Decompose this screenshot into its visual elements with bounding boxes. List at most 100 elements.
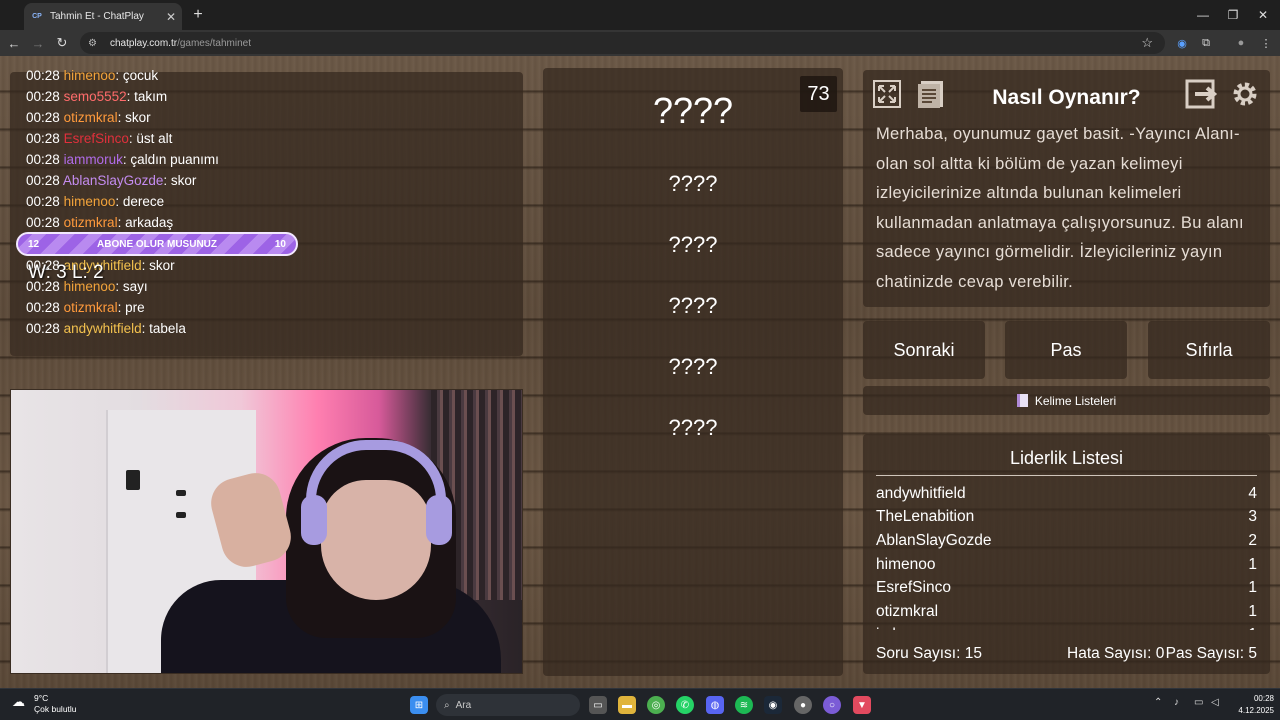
chat-text: üst alt xyxy=(136,131,173,146)
steam-icon[interactable]: ◉ xyxy=(764,696,782,714)
door-lock xyxy=(176,512,186,518)
chat-separator: : xyxy=(117,110,126,125)
chat-username[interactable]: semo5552 xyxy=(64,89,127,104)
chat-message: 00:28 iammoruk: çaldın puanımı xyxy=(26,152,219,167)
app-icon[interactable]: ▼ xyxy=(853,696,871,714)
restore-button[interactable]: ❐ xyxy=(1216,0,1250,30)
leaderboard-row: EsrefSinco 1 xyxy=(876,576,1257,600)
whatsapp-icon[interactable]: ✆ xyxy=(676,696,694,714)
pass-button[interactable]: Pas xyxy=(1005,321,1127,379)
chrome-icon[interactable]: ◎ xyxy=(647,696,665,714)
error-count: Hata Sayısı: 0 xyxy=(1067,645,1165,662)
minimize-button[interactable]: — xyxy=(1186,0,1220,30)
file-explorer-icon[interactable]: ▬ xyxy=(618,696,636,714)
pass-count: Pas Sayısı: 5 xyxy=(1165,645,1257,662)
chat-message: 00:28 otizmkral: arkadaş xyxy=(26,215,173,230)
chat-username[interactable]: himenoo xyxy=(64,194,116,209)
tray-overflow-icon[interactable]: ⌃ xyxy=(1154,697,1162,708)
windows-start-icon[interactable]: ⊞ xyxy=(410,696,428,714)
chat-username[interactable]: himenoo xyxy=(64,68,116,83)
taskbar-search[interactable]: ⌕ Ara xyxy=(436,694,580,716)
chat-separator: : xyxy=(117,215,126,230)
leaderboard-score: 1 xyxy=(1248,579,1257,597)
discord-icon[interactable]: ◍ xyxy=(706,696,724,714)
site-settings-icon[interactable]: ⚙ xyxy=(88,38,102,49)
system-clock[interactable]: 00:28 4.12.2025 xyxy=(1222,693,1274,717)
next-button[interactable]: Sonraki xyxy=(863,321,985,379)
bookmark-star-icon[interactable]: ☆ xyxy=(1141,35,1153,51)
chat-message: 00:28 AblanSlayGozde: skor xyxy=(26,173,196,188)
leaderboard-row: imbeyvza 1 xyxy=(876,624,1257,630)
chat-message: 00:28 semo5552: takım xyxy=(26,89,167,104)
door-knob xyxy=(176,490,186,496)
how-to-play-panel: Nasıl Oynanır? Merhaba, oyunumuz gayet b… xyxy=(863,70,1270,307)
forbidden-word: ???? xyxy=(668,354,718,379)
chat-text: çocuk xyxy=(122,68,159,83)
word-lists-button[interactable]: Kelime Listeleri xyxy=(863,386,1270,415)
chat-username[interactable]: otizmkral xyxy=(64,110,118,125)
chat-username[interactable]: AblanSlayGozde xyxy=(63,173,164,188)
chat-username[interactable]: otizmkral xyxy=(64,215,118,230)
reload-icon[interactable]: ↻ xyxy=(52,33,72,53)
cloud-icon: ☁ xyxy=(12,694,25,709)
menu-kebab-icon[interactable]: ⋮ xyxy=(1257,34,1275,52)
chat-text: skor xyxy=(170,173,197,188)
subscribe-goal-bar: 12 ABONE OLUR MUSUNUZ 10 xyxy=(16,232,298,256)
secret-word: ???? xyxy=(652,90,734,131)
browser-tab[interactable]: CP Tahmin Et - ChatPlay ✕ xyxy=(24,3,182,30)
chat-timestamp: 00:28 xyxy=(26,300,60,315)
leaderboard-name: imbeyvza xyxy=(876,626,941,630)
how-to-play-text: Merhaba, oyunumuz gayet basit. -Yayıncı … xyxy=(876,125,1244,291)
chat-separator: : xyxy=(141,258,150,273)
chat-timestamp: 00:28 xyxy=(26,173,60,188)
chat-username[interactable]: EsrefSinco xyxy=(64,131,129,146)
chat-username[interactable]: andywhitfield xyxy=(64,321,142,336)
word-lists-label: Kelime Listeleri xyxy=(1034,393,1117,408)
chat-text: skor xyxy=(125,110,151,125)
chat-text: skor xyxy=(149,258,175,273)
chat-message: 00:28 andywhitfield: tabela xyxy=(26,321,186,336)
reset-button[interactable]: Sıfırla xyxy=(1148,321,1270,379)
leaderboard-score: 3 xyxy=(1248,508,1257,526)
back-icon[interactable]: ← xyxy=(4,33,24,53)
extensions-puzzle-icon[interactable]: ⧉ xyxy=(1197,34,1215,52)
address-bar-row: ← → ↻ ⚙ chatplay.com.tr/games/tahminet ☆… xyxy=(0,30,1280,56)
tab-close-icon[interactable]: ✕ xyxy=(166,10,176,24)
chat-text: derece xyxy=(122,194,165,209)
chat-separator: : xyxy=(115,279,123,294)
chat-separator: : xyxy=(115,194,123,209)
leaderboard-row: himenoo 1 xyxy=(876,553,1257,577)
leaderboard-panel: Liderlik Listesi andywhitfield 4 TheLenabi… xyxy=(863,434,1270,674)
settings-gear-icon[interactable] xyxy=(1227,76,1263,112)
leaderboard-score: 4 xyxy=(1248,484,1257,502)
task-view-icon[interactable]: ▭ xyxy=(589,696,607,714)
obs-icon[interactable]: ● xyxy=(794,696,812,714)
network-icon[interactable]: ▭ xyxy=(1194,697,1203,708)
chat-timestamp: 00:28 xyxy=(26,215,60,230)
chat-text: takım xyxy=(134,89,168,104)
chat-separator: : xyxy=(126,89,135,104)
weather-widget[interactable]: ☁ 9°C Çok bulutlu xyxy=(12,693,77,715)
leaderboard-name: AblanSlayGozde xyxy=(876,531,992,549)
forward-icon[interactable]: → xyxy=(28,33,48,53)
words-panel: ???? ???? ???? ???? ???? ???? xyxy=(543,68,843,676)
url-field[interactable]: ⚙ chatplay.com.tr/games/tahminet ☆ xyxy=(80,32,1165,54)
new-tab-button[interactable]: + xyxy=(188,5,208,25)
exit-icon[interactable] xyxy=(1183,76,1219,112)
chat-username[interactable]: iammoruk xyxy=(64,152,123,167)
twitch-app-icon[interactable]: ○ xyxy=(823,696,841,714)
chat-message: 00:28 himenoo: çocuk xyxy=(26,68,158,83)
volume-icon[interactable]: ◁ xyxy=(1211,697,1219,708)
profile-avatar-icon[interactable]: ● xyxy=(1232,34,1250,52)
leaderboard-list[interactable]: andywhitfield 4 TheLenabition 3 AblanSlayGoz… xyxy=(876,482,1257,630)
game-page: 00:28 himenoo: çocuk 00:28 semo5552: takı… xyxy=(0,56,1280,688)
headphones-right xyxy=(426,495,452,545)
chat-message: 00:28 otizmkral: skor xyxy=(26,110,151,125)
spotify-icon[interactable]: ≋ xyxy=(735,696,753,714)
chat-timestamp: 00:28 xyxy=(26,131,60,146)
leaderboard-score: 1 xyxy=(1248,602,1257,620)
chat-username[interactable]: otizmkral xyxy=(64,300,118,315)
extension-icon[interactable]: ◉ xyxy=(1173,34,1191,52)
close-window-button[interactable]: ✕ xyxy=(1246,0,1280,30)
microphone-icon[interactable]: ♪ xyxy=(1174,697,1179,708)
